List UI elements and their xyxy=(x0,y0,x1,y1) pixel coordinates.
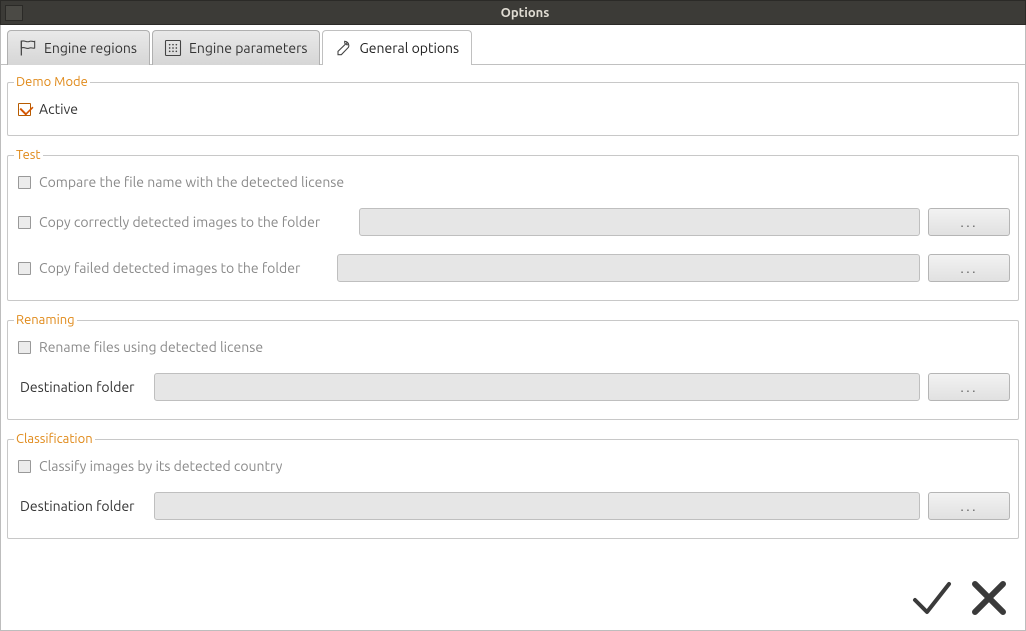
close-icon xyxy=(965,574,1013,622)
params-icon xyxy=(163,38,183,58)
rename-checkbox[interactable] xyxy=(18,341,31,354)
dialog-footer xyxy=(1,570,1025,630)
tab-engine-regions[interactable]: Engine regions xyxy=(7,30,150,65)
classification-dest-input[interactable] xyxy=(154,492,920,520)
wrench-icon xyxy=(333,38,353,58)
active-label: Active xyxy=(39,101,78,117)
window-title: Options xyxy=(29,6,1021,20)
tab-label: Engine regions xyxy=(44,40,137,56)
titlebar: Options xyxy=(0,0,1026,25)
classify-label: Classify images by its detected country xyxy=(39,458,282,474)
group-test: Test Compare the file name with the dete… xyxy=(7,148,1019,301)
group-legend: Classification xyxy=(14,432,95,446)
cancel-button[interactable] xyxy=(965,574,1013,622)
window-icon xyxy=(5,5,23,21)
copy-ok-checkbox[interactable] xyxy=(18,216,31,229)
tab-bar: Engine regions Engine parameters General… xyxy=(1,25,1025,65)
tab-label: Engine parameters xyxy=(189,40,308,56)
copy-ok-browse-button[interactable]: ... xyxy=(928,208,1010,236)
check-icon xyxy=(907,574,955,622)
group-legend: Renaming xyxy=(14,313,77,327)
tab-label: General options xyxy=(359,40,459,56)
classification-browse-button[interactable]: ... xyxy=(928,492,1010,520)
group-classification: Classification Classify images by its de… xyxy=(7,432,1019,539)
renaming-browse-button[interactable]: ... xyxy=(928,373,1010,401)
classify-checkbox[interactable] xyxy=(18,460,31,473)
compare-label: Compare the file name with the detected … xyxy=(39,174,344,190)
copy-fail-browse-button[interactable]: ... xyxy=(928,254,1010,282)
tab-content: Demo Mode Active Test Compare the file n… xyxy=(1,65,1025,570)
tab-general-options[interactable]: General options xyxy=(322,30,472,65)
group-demo-mode: Demo Mode Active xyxy=(7,75,1019,136)
flag-icon xyxy=(18,38,38,58)
ok-button[interactable] xyxy=(907,574,955,622)
renaming-dest-label: Destination folder xyxy=(18,379,146,395)
copy-fail-checkbox[interactable] xyxy=(18,262,31,275)
group-legend: Test xyxy=(14,148,43,162)
tab-engine-parameters[interactable]: Engine parameters xyxy=(152,30,321,65)
active-checkbox[interactable] xyxy=(18,103,31,116)
rename-label: Rename files using detected license xyxy=(39,339,263,355)
renaming-dest-input[interactable] xyxy=(154,373,920,401)
group-legend: Demo Mode xyxy=(14,75,90,89)
compare-checkbox[interactable] xyxy=(18,176,31,189)
classification-dest-label: Destination folder xyxy=(18,498,146,514)
copy-ok-path-input[interactable] xyxy=(359,208,920,236)
copy-ok-label: Copy correctly detected images to the fo… xyxy=(39,214,351,230)
copy-fail-label: Copy failed detected images to the folde… xyxy=(39,260,329,276)
window-body: Engine regions Engine parameters General… xyxy=(0,25,1026,631)
group-renaming: Renaming Rename files using detected lic… xyxy=(7,313,1019,420)
copy-fail-path-input[interactable] xyxy=(337,254,920,282)
